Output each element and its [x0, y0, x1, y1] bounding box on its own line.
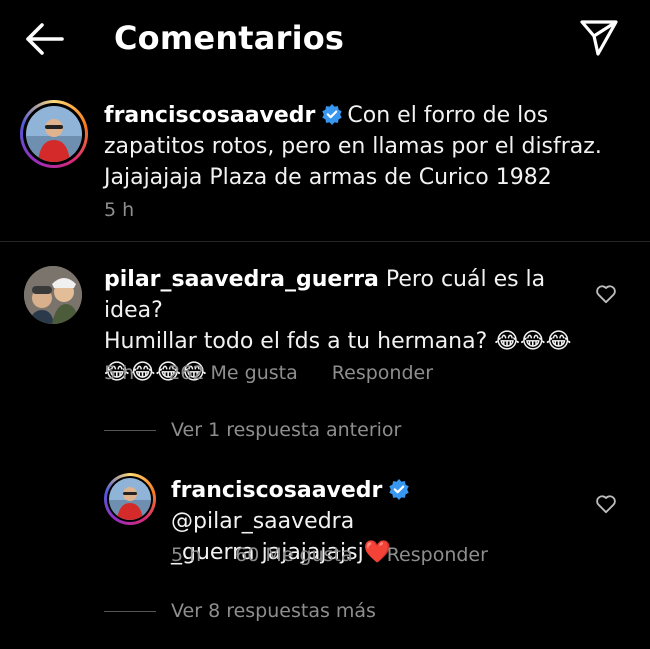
avatar[interactable]: [24, 266, 82, 324]
timestamp: 5 h: [171, 544, 202, 566]
likes-count[interactable]: 262 Me gusta: [168, 362, 298, 384]
comment-meta: 5 h 262 Me gusta Responder: [104, 361, 461, 385]
replies-divider-line: [104, 430, 156, 431]
avatar[interactable]: [109, 478, 151, 520]
timestamp: 5 h: [104, 362, 135, 384]
timestamp: 5 h: [104, 199, 135, 221]
view-more-replies-link[interactable]: Ver 8 respuestas más: [171, 599, 376, 623]
avatar[interactable]: [26, 106, 82, 162]
page-title: Comentarios: [114, 19, 345, 57]
reply-button[interactable]: Responder: [332, 362, 433, 384]
reply-username[interactable]: franciscosaavedr: [171, 478, 382, 503]
back-arrow-icon[interactable]: [22, 20, 66, 58]
avatar-photo: [26, 106, 82, 162]
laughing-emoji-group: 😂😂😂: [494, 329, 572, 354]
reply-button[interactable]: Responder: [387, 544, 488, 566]
divider: [0, 241, 650, 242]
replies-divider-line: [104, 611, 156, 612]
caption-meta: 5 h: [104, 198, 162, 222]
avatar-photo: [109, 478, 151, 520]
caption-username[interactable]: franciscosaavedr: [104, 103, 315, 128]
mention-link[interactable]: @pilar_saavedra: [171, 509, 354, 534]
verified-badge-icon: [389, 479, 410, 500]
like-heart-icon[interactable]: [595, 494, 617, 514]
avatar-photo: [24, 266, 82, 324]
caption-text: franciscosaavedr Con el forro de los zapa…: [104, 103, 602, 190]
comment-username[interactable]: pilar_saavedra_guerra: [104, 267, 379, 292]
view-previous-replies-link[interactable]: Ver 1 respuesta anterior: [171, 418, 401, 442]
verified-badge-icon: [322, 104, 343, 125]
like-heart-icon[interactable]: [595, 284, 617, 304]
reply-meta: 5 h 60 Me gusta Responder: [171, 543, 516, 567]
likes-count[interactable]: 60 Me gusta: [235, 544, 352, 566]
share-send-icon[interactable]: [576, 14, 622, 58]
